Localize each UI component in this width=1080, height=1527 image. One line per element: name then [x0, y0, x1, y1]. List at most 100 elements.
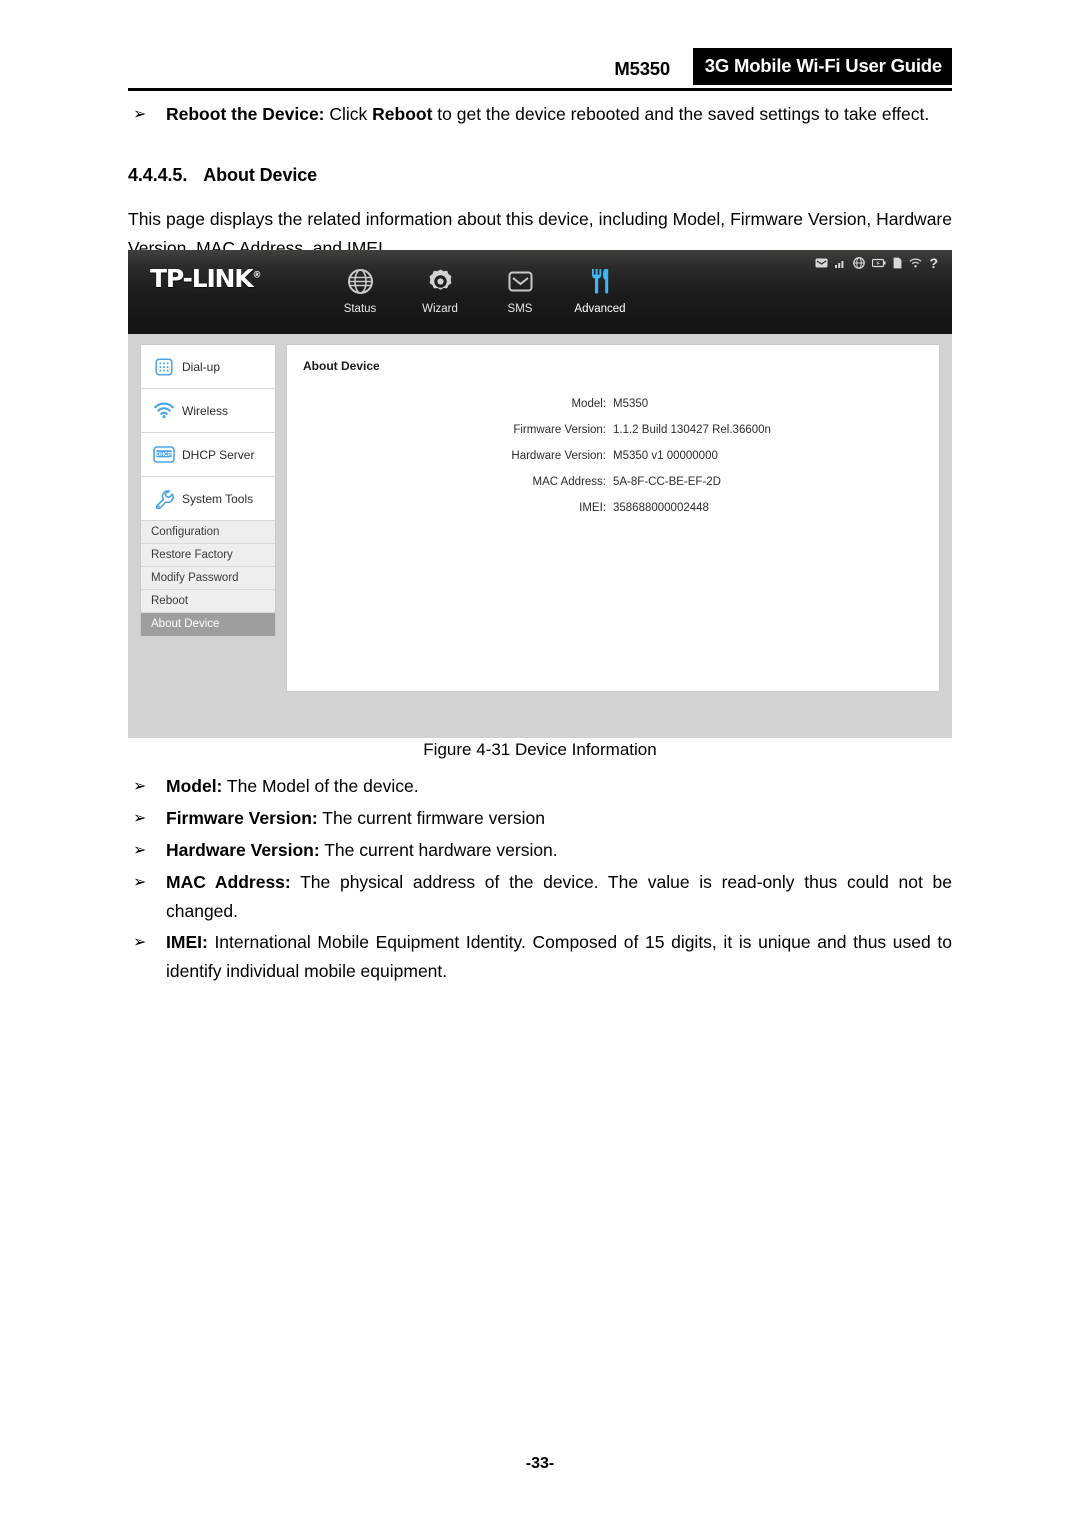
bullet-model-text: Model: The Model of the device. — [166, 772, 952, 801]
sidebar-subitem-about-device-label: About Device — [151, 618, 220, 630]
info-value-hardware-version: M5350 v1 00000000 — [613, 450, 718, 462]
bullet-mac-address-text: MAC Address: The physical address of the… — [166, 868, 952, 926]
bullet-imei: ➢ IMEI: International Mobile Equipment I… — [128, 928, 952, 986]
bullet-reboot-text-1: Click — [324, 104, 373, 124]
table-row: MAC Address: 5A-8F-CC-BE-EF-2D — [303, 469, 923, 495]
bullet-arrow-icon: ➢ — [133, 934, 147, 951]
bullet-firmware-version-text: Firmware Version: The current firmware v… — [166, 804, 952, 833]
router-ui-screenshot: TP-LINK® ? Status Wizard SMS Advanced Di… — [128, 250, 952, 738]
router-top-bar: TP-LINK® ? Status Wizard SMS Advanced — [128, 250, 952, 334]
header-rule-divider — [128, 88, 952, 91]
table-row: Hardware Version: M5350 v1 00000000 — [303, 443, 923, 469]
bullet-reboot-bold-mid: Reboot — [372, 104, 433, 124]
router-body: Dial-up Wireless DHCP DHCP Server System… — [128, 334, 952, 738]
section-heading: 4.4.4.5. About Device — [128, 165, 317, 186]
bullet-hardware-version: ➢ Hardware Version: The current hardware… — [128, 836, 952, 865]
bullet-reboot-the-device: ➢ Reboot the Device: Click Reboot to get… — [128, 100, 952, 129]
router-status-icon-bar: ? — [815, 254, 938, 272]
tplink-logo-text: TP-LINK — [150, 264, 254, 293]
bullet-arrow-icon: ➢ — [133, 874, 147, 891]
info-value-firmware-version: 1.1.2 Build 130427 Rel.36600n — [613, 424, 771, 436]
nav-tab-status-label: Status — [343, 303, 377, 315]
sidebar-item-dial-up[interactable]: Dial-up — [141, 345, 275, 389]
svg-text:DHCP: DHCP — [156, 452, 172, 458]
bullet-mac-address: ➢ MAC Address: The physical address of t… — [128, 868, 952, 926]
battery-icon[interactable] — [872, 258, 887, 268]
wifi-icon — [151, 402, 177, 419]
nav-tab-sms-label: SMS — [507, 303, 533, 315]
page-number: -33- — [525, 1455, 555, 1472]
help-question-icon[interactable]: ? — [929, 256, 938, 270]
nav-tab-wizard-label: Wizard — [422, 303, 458, 315]
section-number: 4.4.4.5. — [128, 165, 188, 185]
sim-card-icon[interactable] — [893, 257, 902, 269]
bullet-hardware-version-body: The current hardware version. — [319, 840, 558, 860]
bullet-reboot-text-2: to get the device rebooted and the saved… — [432, 104, 930, 124]
bullet-firmware-version-body: The current firmware version — [317, 808, 545, 828]
sidebar-subitem-reboot-label: Reboot — [151, 595, 189, 607]
nav-tab-wizard[interactable]: Wizard — [400, 264, 480, 315]
tools-fork-knife-icon — [560, 264, 640, 298]
sidebar-subitem-modify-password-label: Modify Password — [151, 572, 239, 584]
header-guide-title: 3G Mobile Wi-Fi User Guide — [692, 48, 952, 85]
device-info-table: Model: M5350 Firmware Version: 1.1.2 Bui… — [303, 391, 923, 521]
sidebar-item-wireless[interactable]: Wireless — [141, 389, 275, 433]
tplink-logo: TP-LINK® — [150, 264, 261, 293]
table-row: IMEI: 358688000002448 — [303, 495, 923, 521]
section-title: About Device — [203, 165, 318, 185]
info-value-imei: 358688000002448 — [613, 502, 709, 514]
info-label-mac-address: MAC Address: — [532, 476, 607, 488]
sidebar-item-dhcp-server[interactable]: DHCP DHCP Server — [141, 433, 275, 477]
info-label-imei: IMEI: — [579, 502, 606, 514]
bullet-mac-address-lead: MAC Address: — [166, 872, 291, 892]
bullet-model: ➢ Model: The Model of the device. — [128, 772, 952, 801]
wrench-icon — [151, 489, 177, 509]
nav-tab-advanced[interactable]: Advanced — [560, 264, 640, 315]
wifi-icon[interactable] — [909, 258, 922, 268]
sidebar-subitem-configuration-label: Configuration — [151, 526, 220, 538]
globe-icon[interactable] — [853, 257, 866, 269]
bullet-hardware-version-lead: Hardware Version: — [166, 840, 320, 860]
router-content-panel: About Device Model: M5350 Firmware Versi… — [286, 344, 940, 692]
sidebar-subitem-reboot[interactable]: Reboot — [141, 590, 275, 613]
globe-icon — [320, 264, 400, 298]
bullet-hardware-version-text: Hardware Version: The current hardware v… — [166, 836, 952, 865]
tplink-registered-mark: ® — [252, 270, 262, 281]
bullet-firmware-version: ➢ Firmware Version: The current firmware… — [128, 804, 952, 833]
bullet-imei-text: IMEI: International Mobile Equipment Ide… — [166, 928, 952, 986]
sidebar-item-dial-up-label: Dial-up — [182, 359, 221, 374]
info-label-hardware-version: Hardware Version: — [511, 450, 606, 462]
bullet-arrow-icon: ➢ — [133, 778, 147, 795]
bullet-reboot-text: Reboot the Device: Click Reboot to get t… — [166, 100, 952, 129]
nav-tab-sms[interactable]: SMS — [480, 264, 560, 315]
dialpad-icon — [151, 357, 177, 376]
bullet-arrow-icon: ➢ — [133, 842, 147, 859]
header-model-name: M5350 — [614, 58, 670, 79]
info-label-model: Model: — [571, 398, 606, 410]
sidebar-subitem-restore-factory-label: Restore Factory — [151, 549, 233, 561]
bullet-reboot-lead: Reboot the Device: — [166, 104, 325, 124]
nav-tab-advanced-label: Advanced — [574, 303, 626, 315]
panel-title: About Device — [303, 359, 380, 373]
bullet-imei-body: International Mobile Equipment Identity.… — [166, 932, 952, 981]
sidebar-item-system-tools[interactable]: System Tools — [141, 477, 275, 521]
signal-bars-icon[interactable] — [835, 258, 846, 268]
sidebar-subitem-modify-password[interactable]: Modify Password — [141, 567, 275, 590]
figure-caption: Figure 4-31 Device Information — [423, 740, 657, 759]
envelope-icon — [480, 264, 560, 298]
router-sidebar: Dial-up Wireless DHCP DHCP Server System… — [140, 344, 276, 636]
gear-circle-icon — [400, 264, 480, 298]
sidebar-subitem-configuration[interactable]: Configuration — [141, 521, 275, 544]
bullet-model-body: The Model of the device. — [222, 776, 419, 796]
sidebar-item-system-tools-label: System Tools — [182, 491, 254, 506]
dhcp-box-icon: DHCP — [151, 446, 177, 463]
bullet-imei-lead: IMEI: — [166, 932, 208, 952]
envelope-icon[interactable] — [815, 258, 828, 268]
nav-tab-status[interactable]: Status — [320, 264, 400, 315]
sidebar-subitem-about-device[interactable]: About Device — [141, 613, 275, 636]
info-value-mac-address: 5A-8F-CC-BE-EF-2D — [613, 476, 721, 488]
sidebar-item-wireless-label: Wireless — [182, 403, 229, 418]
info-label-firmware-version: Firmware Version: — [513, 424, 606, 436]
info-value-model: M5350 — [613, 398, 649, 410]
sidebar-subitem-restore-factory[interactable]: Restore Factory — [141, 544, 275, 567]
